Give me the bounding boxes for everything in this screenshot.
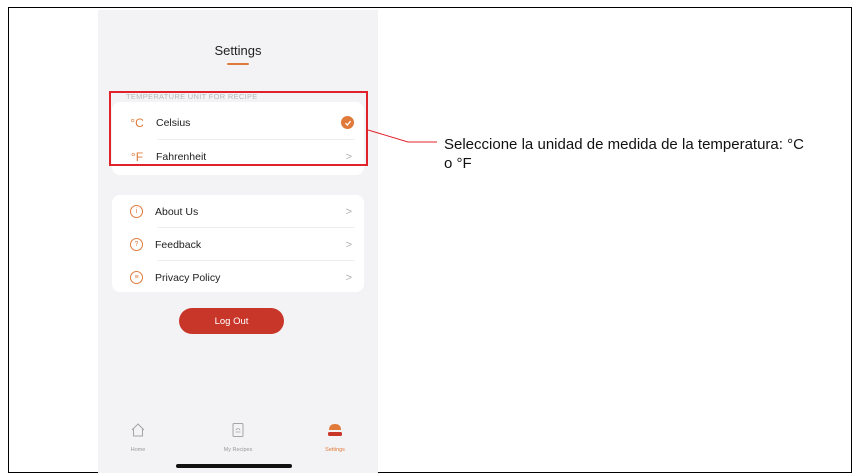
question-icon: ? — [130, 238, 143, 251]
menu-item-privacy-policy[interactable]: ≡ Privacy Policy > — [112, 261, 364, 294]
tab-label: Settings — [325, 447, 345, 453]
callout-line — [368, 129, 437, 143]
menu-item-about-us[interactable]: i About Us > — [112, 195, 364, 228]
callout-annotation: Seleccione la unidad de medida de la tem… — [444, 136, 804, 172]
menu-item-feedback[interactable]: ? Feedback > — [112, 228, 364, 261]
tab-label: Home — [130, 447, 146, 453]
chevron-right-icon: > — [345, 205, 352, 218]
home-icon — [131, 423, 145, 437]
document-icon: ≡ — [130, 271, 143, 284]
menu-item-label: Privacy Policy — [155, 271, 221, 284]
recipe-book-icon — [232, 423, 244, 437]
settings-pot-icon — [328, 424, 342, 436]
tab-my-recipes[interactable]: My Recipes — [208, 421, 268, 453]
chevron-right-icon: > — [345, 238, 352, 251]
menu-item-label: About Us — [155, 205, 199, 218]
home-indicator — [176, 464, 292, 468]
phone-screen: Settings TEMPERATURE UNIT FOR RECIPE °C … — [98, 10, 378, 473]
tab-home[interactable]: Home — [108, 421, 168, 453]
chevron-right-icon: > — [345, 271, 352, 284]
temperature-highlight-box — [109, 91, 368, 166]
menu-item-label: Feedback — [155, 238, 202, 251]
menu-card: i About Us > ? Feedback > ≡ Privacy Poli… — [112, 195, 364, 292]
tab-label: My Recipes — [223, 447, 253, 453]
info-icon: i — [130, 205, 143, 218]
title-underline — [227, 63, 249, 65]
logout-button[interactable]: Log Out — [179, 308, 284, 334]
tab-bar: Home My Recipes Settings — [98, 415, 378, 465]
tab-settings[interactable]: Settings — [305, 421, 365, 453]
page-title: Settings — [214, 43, 262, 58]
